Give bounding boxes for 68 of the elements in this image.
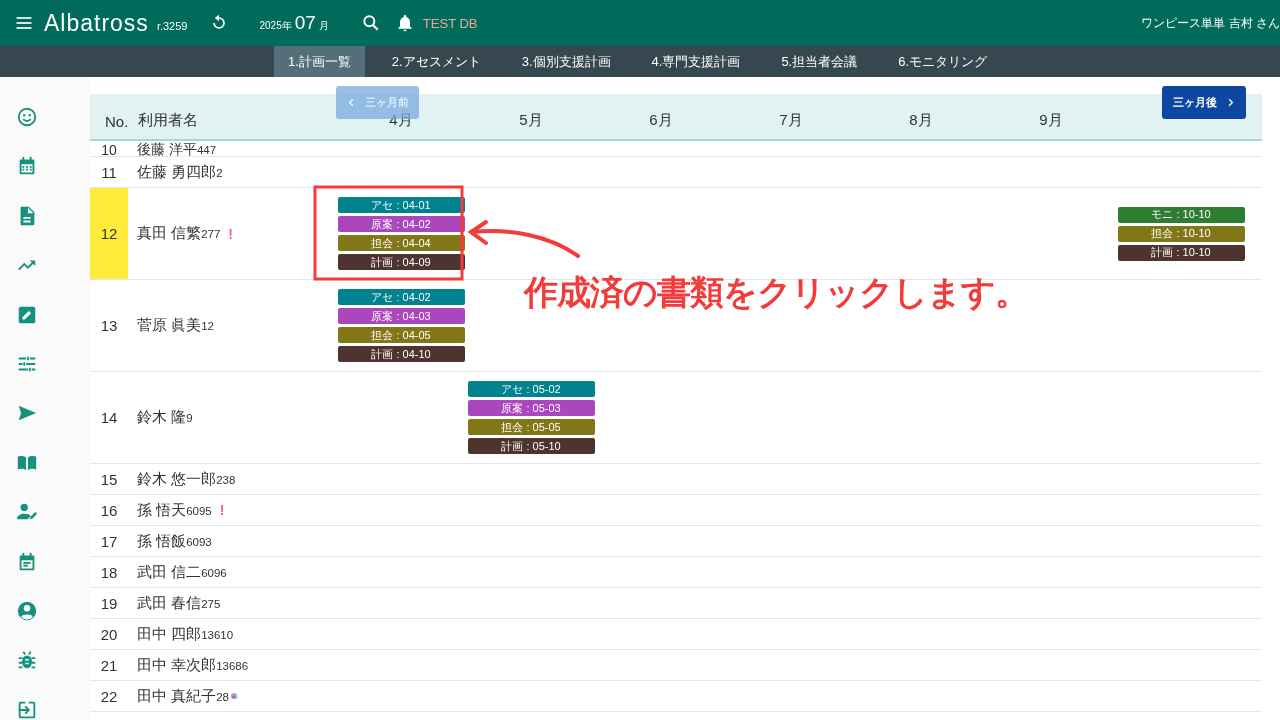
document-chip[interactable]: アセ : 04-02: [337, 289, 465, 305]
user-name-cell[interactable]: 佐藤 勇四郎2: [137, 162, 223, 182]
user-name-cell[interactable]: 田中 幸次郎13686: [137, 655, 249, 675]
column-header: 利用者名: [137, 111, 199, 130]
column-header: 7月: [778, 111, 804, 130]
app-logo: Albatross: [44, 9, 149, 37]
user-name-cell[interactable]: 孫 悟天6095: [137, 500, 212, 520]
search-icon[interactable]: [360, 13, 381, 33]
next-months-button[interactable]: 三ヶ月後: [1162, 86, 1246, 119]
row-number: 17: [99, 531, 119, 552]
document-chip[interactable]: 計画 : 05-10: [467, 438, 595, 454]
document-chip[interactable]: 原案 : 05-03: [467, 400, 595, 416]
column-header: No.: [104, 113, 128, 130]
document-chip[interactable]: 担会 : 05-05: [467, 419, 595, 435]
instruction-text: 作成済の書類をクリックします。: [524, 271, 1028, 314]
nav-tab[interactable]: 2.アセスメント: [377, 46, 495, 77]
user-name-cell[interactable]: 真田 信繁277: [137, 224, 221, 243]
column-header: 6月: [648, 111, 674, 130]
document-chip[interactable]: アセ : 05-02: [467, 381, 595, 397]
document-chip[interactable]: 計画 : 04-10: [337, 346, 465, 362]
column-header: 8月: [908, 111, 934, 130]
document-chip[interactable]: 計画 : 10-10: [1117, 244, 1245, 261]
row-number: 13: [99, 316, 119, 336]
month-unit: 月: [318, 19, 329, 33]
document-chip[interactable]: 担会 : 04-05: [337, 327, 465, 343]
row-number: 11: [100, 162, 118, 183]
document-chip[interactable]: 計画 : 04-09: [337, 254, 465, 270]
revision-label: r.3259: [156, 20, 188, 32]
nav-tab[interactable]: 3.個別支援計画: [507, 46, 625, 77]
nav-tab[interactable]: 1.計画一覧: [274, 46, 365, 77]
document-chip[interactable]: 原案 : 04-02: [337, 216, 465, 232]
row-number: 21: [99, 655, 119, 676]
user-name-cell[interactable]: 鈴木 隆9: [137, 408, 193, 427]
nav-tab[interactable]: 5.担当者会議: [767, 46, 872, 77]
row-number: 20: [99, 624, 119, 645]
nav-tab[interactable]: 4.専門支援計画: [637, 46, 755, 77]
row-number: 22: [99, 686, 119, 707]
nav-tab[interactable]: 6.モニタリング: [884, 46, 1002, 77]
year-label: 2025年: [259, 19, 292, 33]
row-number: 19: [99, 593, 119, 614]
month-value: 07: [294, 12, 316, 34]
alert-mark: !: [228, 225, 234, 242]
column-header: 5月: [518, 111, 544, 130]
user-name-cell[interactable]: 田中 真紀子28: [137, 686, 229, 706]
alert-mark: !: [219, 502, 225, 518]
database-label: TEST DB: [422, 15, 478, 31]
user-name-cell[interactable]: 後藤 洋平447: [137, 141, 217, 158]
account-icon[interactable]: [16, 599, 38, 622]
user-name: ワンピース単単 吉村 さん: [1141, 14, 1280, 32]
row-number: 12: [90, 188, 128, 279]
column-header: 9月: [1038, 111, 1064, 130]
row-number: 16: [99, 500, 119, 521]
smiley-icon[interactable]: [16, 106, 38, 128]
row-number: 18: [99, 562, 119, 583]
row-number: 14: [99, 408, 119, 428]
document-chip[interactable]: 原案 : 04-03: [337, 308, 465, 324]
document-chip[interactable]: 担会 : 04-04: [337, 235, 465, 251]
user-name-cell[interactable]: 武田 信二6096: [137, 562, 227, 582]
document-chip[interactable]: モニ : 10-10: [1117, 206, 1245, 223]
user-name-cell[interactable]: 田中 四郎13610: [137, 624, 234, 644]
row-number: 10: [100, 141, 118, 158]
document-chip[interactable]: 担会 : 10-10: [1117, 225, 1245, 242]
user-name-cell[interactable]: 菅原 眞美12: [137, 316, 214, 335]
user-name-cell[interactable]: 武田 春信275: [137, 593, 221, 613]
user-name-cell[interactable]: 鈴木 悠一郎238: [137, 469, 236, 489]
user-name-cell[interactable]: 孫 悟飯6093: [137, 531, 212, 551]
row-number: 15: [99, 469, 119, 490]
document-chip[interactable]: アセ : 04-01: [337, 197, 465, 213]
